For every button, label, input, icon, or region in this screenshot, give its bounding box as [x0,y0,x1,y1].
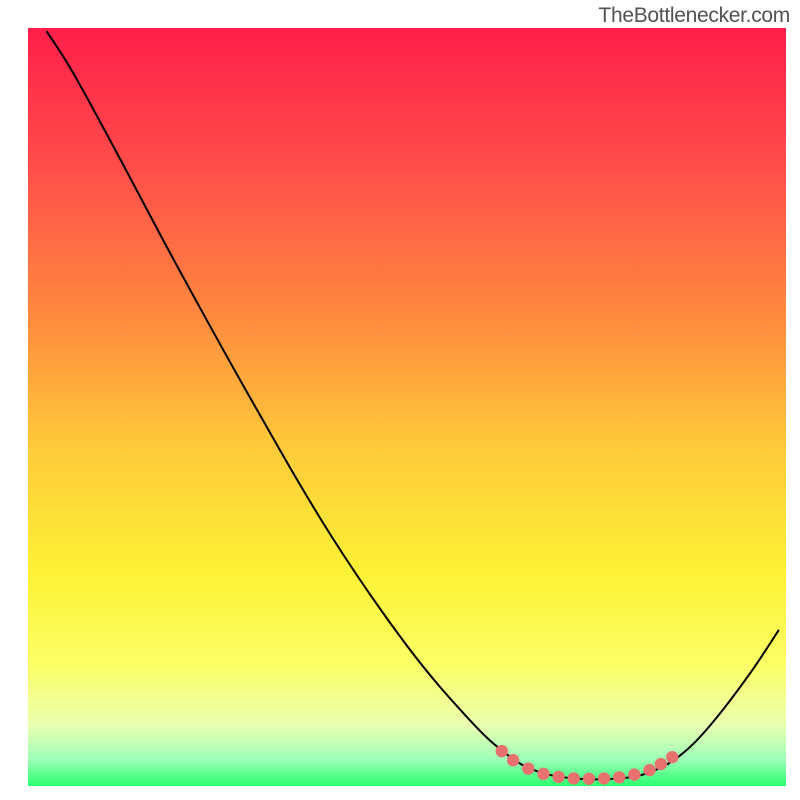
gradient-background [28,28,786,786]
watermark-text: TheBottlenecker.com [598,4,790,28]
optimal-marker-dot [655,758,667,770]
optimal-marker-dot [537,768,549,780]
optimal-marker-dot [507,754,519,766]
chart-canvas: TheBottlenecker.com [0,0,800,800]
optimal-marker-dot [583,773,595,785]
optimal-marker-dot [628,768,640,780]
optimal-marker-dot [643,764,655,776]
optimal-marker-dot [496,745,508,757]
optimal-marker-dot [522,762,534,774]
bottleneck-chart [0,0,800,800]
optimal-marker-dot [666,751,678,763]
optimal-marker-dot [552,771,564,783]
optimal-marker-dot [568,772,580,784]
optimal-marker-dot [598,772,610,784]
optimal-marker-dot [613,771,625,783]
